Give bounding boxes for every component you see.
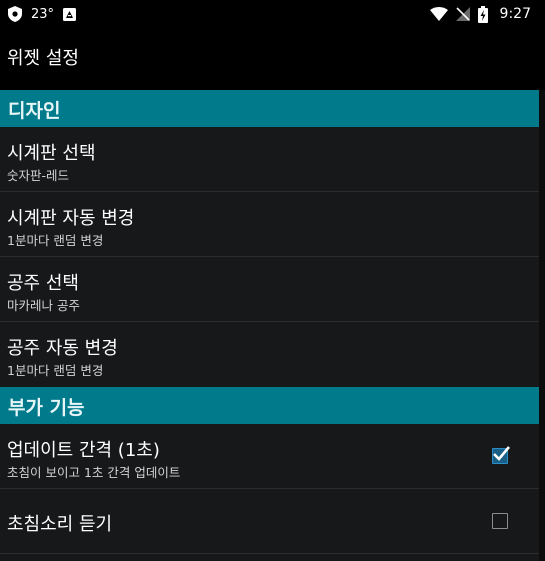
- pref-second-hand-sound[interactable]: 초침소리 듣기: [0, 489, 539, 554]
- wifi-icon: [429, 7, 448, 21]
- pref-dial-select[interactable]: 시계판 선택 숫자판-레드: [0, 127, 539, 192]
- no-signal-icon: [455, 7, 470, 21]
- pref-title: 공주 선택: [7, 273, 79, 294]
- pref-update-interval[interactable]: 업데이트 간격 (1초) 초침이 보이고 1초 간격 업데이트: [0, 424, 539, 489]
- pref-summary: 마카레나 공주: [7, 298, 80, 313]
- pref-title: 시계판 선택: [7, 143, 96, 164]
- page-title: 위젯 설정: [7, 48, 79, 69]
- pref-dial-auto-change[interactable]: 시계판 자동 변경 1분마다 랜덤 변경: [0, 192, 539, 257]
- clock-time: 9:27: [499, 6, 531, 22]
- battery-charging-icon: [477, 5, 488, 23]
- temperature-text: 23°: [31, 6, 55, 22]
- pref-summary: 1분마다 랜덤 변경: [7, 233, 104, 248]
- pref-title: 초침소리 듣기: [7, 514, 113, 535]
- pref-princess-select[interactable]: 공주 선택 마카레나 공주: [0, 257, 539, 322]
- pref-title: 시계판 자동 변경: [7, 208, 135, 229]
- section-header-label: 부가 기능: [8, 397, 85, 419]
- shield-icon: [8, 6, 22, 22]
- second-hand-sound-checkbox[interactable]: [492, 513, 508, 529]
- section-header-label: 디자인: [8, 100, 61, 122]
- action-bar: 위젯 설정: [0, 27, 545, 90]
- pref-summary: 초침이 보이고 1초 간격 업데이트: [7, 465, 181, 480]
- status-left: 23°: [8, 4, 77, 24]
- scrollbar-track: [539, 90, 545, 561]
- status-right: 9:27: [422, 4, 531, 24]
- pref-title: 공주 자동 변경: [7, 338, 118, 359]
- pref-summary: 1분마다 랜덤 변경: [7, 363, 104, 378]
- pref-princess-auto-change[interactable]: 공주 자동 변경 1분마다 랜덤 변경: [0, 322, 539, 387]
- update-interval-checkbox[interactable]: [492, 446, 510, 464]
- settings-list[interactable]: 디자인 시계판 선택 숫자판-레드 시계판 자동 변경 1분마다 랜덤 변경 공…: [0, 90, 539, 561]
- checkmark-icon: [493, 446, 510, 461]
- pref-title: 업데이트 간격 (1초): [7, 440, 160, 461]
- section-header-design: 디자인: [0, 90, 539, 127]
- section-header-extra: 부가 기능: [0, 387, 539, 424]
- status-bar: 23° 9:27: [0, 0, 545, 27]
- news-icon: [63, 7, 77, 21]
- pref-summary: 숫자판-레드: [7, 168, 70, 183]
